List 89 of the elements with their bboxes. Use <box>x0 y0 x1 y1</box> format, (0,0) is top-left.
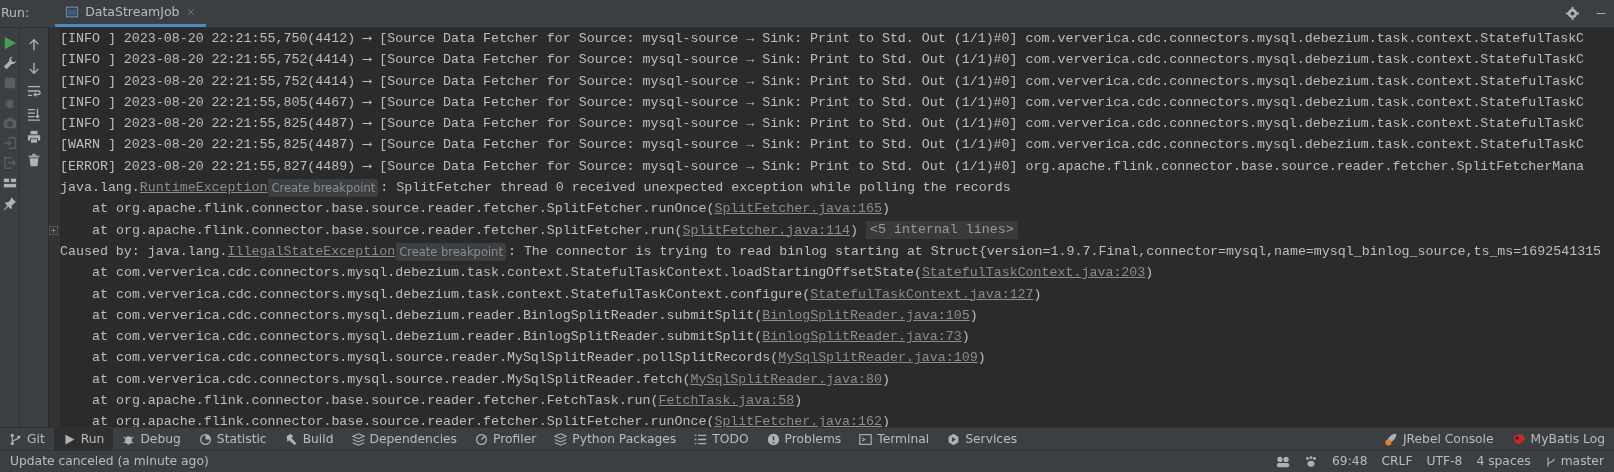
soft-wrap-icon[interactable] <box>27 84 41 98</box>
gauge-icon <box>475 432 489 446</box>
log-line: [INFO ] 2023-08-20 22:21:55,752(4414) ⟶ [Source Data Fetcher for Source: mysql-source → Sink: Print to Std. Out (1/1)#0] com.ververica.cdc.connectors.mysql.debezium.task.context.StatefulTaskC <box>60 72 1585 91</box>
run-icon[interactable] <box>2 36 17 50</box>
status-item[interactable]: 4 spaces <box>1476 452 1531 471</box>
tool-window-button[interactable]: Run <box>53 428 114 450</box>
source-link[interactable]: MySqlSplitReader.java:109 <box>778 347 978 369</box>
stack-frame-text: ) <box>969 306 978 325</box>
source-link[interactable]: SplitFetcher.java:114 <box>682 219 851 241</box>
wrench-icon[interactable] <box>2 56 17 70</box>
trash-icon[interactable] <box>27 153 41 167</box>
tool-window-button[interactable]: JRebel Console <box>1374 428 1503 450</box>
stack-frame-text: ) <box>794 392 803 411</box>
stack-frame-text: at com.ververica.cdc.connectors.mysql.source.reader.MySqlSplitReader.pollSplitRecords( <box>92 349 779 368</box>
hexagon-play-icon <box>947 432 961 446</box>
stack-frame-text: at com.ververica.cdc.connectors.mysql.debezium.task.context.StatefulTaskContext.configure( <box>92 285 811 304</box>
source-link[interactable]: SplitFetcher.java:165 <box>714 198 882 220</box>
internal-lines-toggle[interactable]: <5 internal lines> <box>866 221 1018 240</box>
source-link[interactable]: StatefulTaskContext.java:127 <box>810 283 1034 305</box>
close-icon[interactable] <box>185 7 196 17</box>
tool-window-button[interactable]: MyBatis Log <box>1502 428 1614 450</box>
exception-text: Caused by: java.lang. <box>60 242 228 261</box>
stack-frame-text: ) <box>850 221 859 240</box>
alert-icon <box>766 432 780 446</box>
source-link[interactable]: MySqlSplitReader.java:80 <box>690 368 882 391</box>
terminal-icon <box>859 432 873 446</box>
stack-frame-text: at com.ververica.cdc.connectors.mysql.debezium.task.context.StatefulTaskContext.loadStartingOffsetState( <box>92 264 922 283</box>
window-icon <box>65 5 80 19</box>
layout-icon[interactable] <box>2 176 17 190</box>
source-link[interactable]: BinlogSplitReader.java:73 <box>762 326 962 348</box>
tool-window-button[interactable]: Statistic <box>189 428 276 450</box>
stack-frame-text: at com.ververica.cdc.connectors.mysql.debezium.reader.BinlogSplitReader.submitSplit( <box>92 306 763 325</box>
layers-icon <box>351 432 365 446</box>
status-message: Update canceled (a minute ago) <box>10 453 209 471</box>
exception-text: java.lang. <box>60 179 140 198</box>
tool-window-button[interactable]: TODO <box>685 428 758 450</box>
tool-window-button[interactable]: Dependencies <box>342 428 467 450</box>
play-icon <box>62 432 76 446</box>
status-item[interactable]: 69:48 <box>1332 452 1368 471</box>
scroll-to-end-icon[interactable] <box>27 107 41 121</box>
stack-frame-text: at org.apache.flink.connector.base.source.reader.fetcher.SplitFetcher.runOnce( <box>92 200 715 219</box>
status-item[interactable]: CRLF <box>1381 452 1413 471</box>
stack-frame-text: ) <box>882 370 890 389</box>
down-arrow-icon[interactable] <box>27 61 41 75</box>
tool-window-button[interactable]: Terminal <box>850 428 939 450</box>
tool-window-button[interactable]: Services <box>938 428 1027 450</box>
log-line: [INFO ] 2023-08-20 22:21:55,825(4487) ⟶ [Source Data Fetcher for Source: mysql-source → Sink: Print to Std. Out (1/1)#0] com.ververica.cdc.connectors.mysql.debezium.task.context.StatefulTaskC <box>60 115 1585 134</box>
layers-icon <box>554 432 568 446</box>
create-breakpoint-button[interactable]: Create breakpoint <box>396 242 506 261</box>
stack-frame-text: at com.ververica.cdc.connectors.mysql.source.reader.MySqlSplitReader.fetch( <box>92 370 691 389</box>
source-link[interactable]: BinlogSplitReader.java:105 <box>762 304 970 327</box>
stack-frame-text: ) <box>882 200 890 219</box>
stack-frame-text: ) <box>1145 264 1154 283</box>
tool-window-button[interactable]: Problems <box>757 428 851 450</box>
log-line: [INFO ] 2023-08-20 22:21:55,752(4414) ⟶ [Source Data Fetcher for Source: mysql-source → Sink: Print to Std. Out (1/1)#0] com.ververica.cdc.connectors.mysql.debezium.task.context.StatefulTaskC <box>60 51 1585 70</box>
hammer-icon <box>284 432 298 446</box>
stack-frame-text: at org.apache.flink.connector.base.source.reader.fetcher.SplitFetcher.run( <box>92 221 683 240</box>
printer-icon[interactable] <box>27 130 41 144</box>
list-icon <box>694 432 708 446</box>
stack-frame-text: ) <box>977 349 986 368</box>
status-item[interactable]: UTF-8 <box>1426 452 1463 471</box>
branch-widget[interactable]: master <box>1544 452 1604 471</box>
stack-frame-text: ) <box>961 328 970 347</box>
create-breakpoint-button[interactable]: Create breakpoint <box>268 178 379 197</box>
exception-text: : The connector is trying to read binlog starting at Struct{version=1.9.7.Final,connector=mysql,name=mysql_binlog_source,ts_ms=1692541315 <box>507 242 1602 261</box>
tool-window-button[interactable]: Profiler <box>466 428 546 450</box>
exception-text: : SplitFetcher thread 0 received unexpected exception while polling the records <box>380 179 1011 198</box>
tool-window-button[interactable]: Git <box>0 428 54 450</box>
stack-frame-text: ) <box>1033 285 1042 304</box>
pie-chart-icon <box>198 432 212 446</box>
expand-icon[interactable] <box>49 225 58 235</box>
tool-window-button[interactable]: Build <box>275 428 343 450</box>
settings-icon[interactable] <box>1565 6 1580 21</box>
log-line: [ERROR] 2023-08-20 22:21:55,827(4489) ⟶ [Source Data Fetcher for Source: mysql-source → Sink: Print to Std. Out (1/1)#0] org.apache.flink.connector.base.source.reader.fetcher.SplitFetcherMana <box>60 157 1585 176</box>
console-tab[interactable]: DataStreamJob <box>55 0 206 27</box>
stack-frame-text: at com.ververica.cdc.connectors.mysql.debezium.reader.BinlogSplitReader.submitSplit( <box>92 328 763 347</box>
log-line: [WARN ] 2023-08-20 22:21:55,825(4487) ⟶ [Source Data Fetcher for Source: mysql-source → Sink: Print to Std. Out (1/1)#0] com.ververica.cdc.connectors.mysql.debezium.task.context.StatefulTaskC <box>60 136 1585 155</box>
source-link[interactable]: StatefulTaskContext.java:203 <box>921 262 1146 284</box>
source-link[interactable]: RuntimeException <box>139 177 268 199</box>
log-line: [INFO ] 2023-08-20 22:21:55,805(4467) ⟶ [Source Data Fetcher for Source: mysql-source → Sink: Print to Std. Out (1/1)#0] com.ververica.cdc.connectors.mysql.debezium.task.context.StatefulTaskC <box>60 93 1585 112</box>
panel-label: Run: <box>1 4 31 23</box>
pin-icon[interactable] <box>2 196 17 210</box>
up-arrow-icon[interactable] <box>27 38 41 52</box>
tool-window-button[interactable]: Python Packages <box>545 428 686 450</box>
source-link[interactable]: FetchTask.java:58 <box>658 390 795 412</box>
tool-window-button[interactable]: Debug <box>113 428 190 450</box>
source-link[interactable]: IllegalStateException <box>227 240 396 263</box>
log-line: [INFO ] 2023-08-20 22:21:55,750(4412) ⟶ [Source Data Fetcher for Source: mysql-source → Sink: Print to Std. Out (1/1)#0] com.ververica.cdc.connectors.mysql.debezium.task.context.StatefulTaskC <box>60 30 1585 48</box>
stack-frame-text: at org.apache.flink.connector.base.source.reader.fetcher.FetchTask.run( <box>92 392 659 411</box>
